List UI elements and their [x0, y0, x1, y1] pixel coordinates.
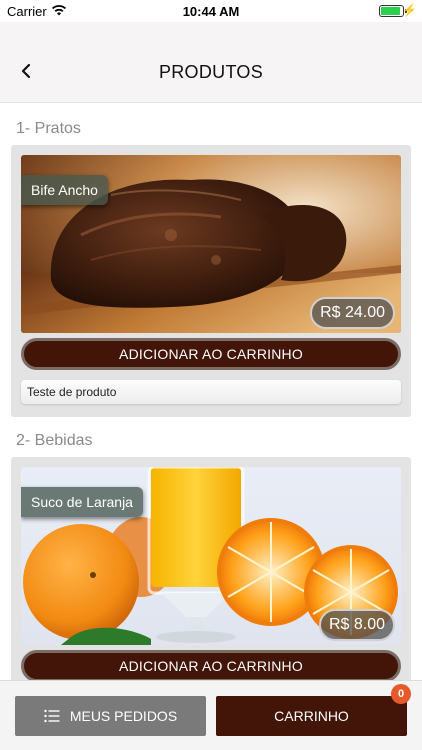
status-bar: Carrier 10:44 AM ⚡ — [0, 0, 422, 22]
product-card-bife-ancho: Bife Ancho R$ 24.00 ADICIONAR AO CARRINH… — [11, 145, 411, 417]
charging-icon: ⚡ — [402, 3, 417, 17]
cart-count-badge: 0 — [391, 684, 411, 704]
clock: 10:44 AM — [182, 4, 240, 19]
section-title-pratos: 1- Pratos — [16, 120, 81, 137]
product-name-label: Suco de Laranja — [21, 487, 143, 517]
my-orders-label: MEUS PEDIDOS — [69, 708, 178, 724]
battery-icon — [379, 5, 404, 17]
product-image-suco-de-laranja[interactable]: Suco de Laranja R$ 8.00 — [21, 467, 401, 645]
my-orders-button[interactable]: MEUS PEDIDOS — [15, 696, 206, 736]
product-card-suco-de-laranja: Suco de Laranja R$ 8.00 ADICIONAR AO CAR… — [11, 457, 411, 680]
add-to-cart-button[interactable]: ADICIONAR AO CARRINHO — [21, 338, 401, 370]
add-to-cart-button[interactable]: ADICIONAR AO CARRINHO — [21, 650, 401, 680]
product-name-label: Bife Ancho — [21, 175, 108, 205]
product-description: Teste de produto — [21, 380, 401, 404]
product-image-bife-ancho[interactable]: Bife Ancho R$ 24.00 — [21, 155, 401, 333]
nav-bar: PRODUTOS — [0, 22, 422, 103]
cart-button[interactable]: CARRINHO — [216, 696, 407, 736]
product-price-badge: R$ 8.00 — [318, 609, 395, 641]
product-price-badge: R$ 24.00 — [310, 297, 395, 329]
section-title-bebidas: 2- Bebidas — [16, 432, 93, 449]
battery-fill — [381, 7, 400, 15]
cart-label: CARRINHO — [274, 708, 349, 724]
product-list[interactable]: 1- Pratos Bife Ancho R$ 24.00 ADICIONAR … — [0, 104, 422, 680]
bottom-bar: MEUS PEDIDOS CARRINHO — [0, 680, 422, 750]
page-title: PRODUTOS — [158, 62, 264, 82]
list-icon — [44, 709, 60, 723]
